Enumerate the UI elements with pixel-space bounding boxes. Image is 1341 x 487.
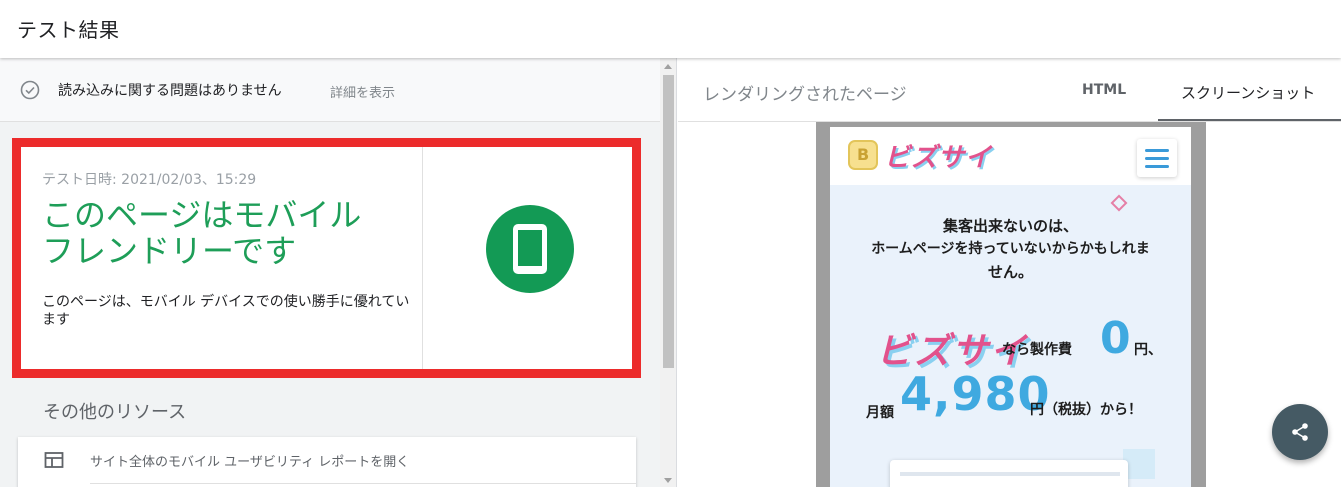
- verdict-heading: このページはモバイル フレンドリーです: [42, 197, 402, 269]
- share-button[interactable]: [1272, 404, 1328, 460]
- scroll-up-arrow-icon[interactable]: [664, 64, 672, 69]
- site-thumbnail: [890, 460, 1128, 487]
- thumbnail-bar: [900, 472, 1120, 476]
- hero-zero: 0: [1100, 313, 1131, 364]
- tab-screenshot[interactable]: スクリーンショット: [1181, 82, 1315, 103]
- hero-price: 4,980: [900, 367, 1051, 421]
- site-logo-letter: B: [857, 145, 870, 164]
- divider: [90, 483, 636, 484]
- site-header: B ビズサイ: [830, 127, 1191, 185]
- screenshot-preview: B ビズサイ 集客出来ないのは、 ホームページを持っていないからかもしれま せん…: [678, 122, 1341, 487]
- hero-line-1: 集客出来ないのは、: [942, 217, 1078, 235]
- hero-cost-text: なら製作費: [1002, 342, 1072, 358]
- check-circle-icon: [20, 80, 40, 100]
- result-summary: テスト日時: 2021/02/03、15:29 このページはモバイル フレンドリ…: [21, 147, 423, 369]
- rendered-page-pane: レンダリングされたページ HTML スクリーンショット B ビズサイ 集客出来な…: [678, 58, 1341, 487]
- diamond-decoration: [1110, 194, 1128, 212]
- results-pane: 読み込みに関する問題はありません 詳細を表示 テスト日時: 2021/02/03…: [0, 58, 677, 487]
- smartphone-badge: [486, 205, 574, 293]
- tab-html[interactable]: HTML: [1082, 82, 1126, 98]
- smartphone-icon: [513, 224, 547, 274]
- app-header: テスト結果: [0, 0, 1341, 58]
- hero-line-3: せん。: [987, 263, 1033, 281]
- view-details-link[interactable]: 詳細を表示: [330, 82, 395, 101]
- rendered-page-title: レンダリングされたページ: [703, 85, 907, 105]
- active-tab-indicator: [1158, 119, 1341, 121]
- share-icon: [1292, 423, 1308, 441]
- verdict-line-1: このページはモバイル: [42, 196, 362, 234]
- status-text: 読み込みに関する問題はありません: [58, 83, 282, 99]
- site-logo-icon: B: [848, 140, 878, 170]
- page-title: テスト結果: [17, 18, 120, 42]
- scroll-down-arrow-icon[interactable]: [664, 478, 672, 483]
- hero-yen: 円、: [1134, 342, 1162, 358]
- hero-monthly: 月額: [866, 405, 894, 421]
- left-scrollbar[interactable]: [660, 58, 676, 487]
- hero-price-tail: 円（税抜）から！: [1030, 402, 1142, 418]
- web-layout-icon: [44, 452, 64, 468]
- resource-list: サイト全体のモバイル ユーザビリティ レポートを開く: [18, 437, 636, 487]
- usability-report-link[interactable]: サイト全体のモバイル ユーザビリティ レポートを開く: [90, 451, 409, 470]
- site-logo-text: ビズサイ: [884, 143, 993, 173]
- device-frame: B ビズサイ 集客出来ないのは、 ホームページを持っていないからかもしれま せん…: [816, 122, 1206, 487]
- hamburger-menu-icon: [1137, 139, 1177, 177]
- status-bar: 読み込みに関する問題はありません 詳細を表示: [0, 58, 660, 122]
- hero-line-2: ホームページを持っていないからかもしれま: [871, 241, 1150, 257]
- test-date: テスト日時: 2021/02/03、15:29: [42, 172, 257, 188]
- verdict-description: このページは、モバイル デバイスでの使い勝手に優れています: [42, 294, 410, 328]
- rendered-site: B ビズサイ 集客出来ないのは、 ホームページを持っていないからかもしれま せん…: [830, 127, 1191, 487]
- other-resources-title: その他のリソース: [43, 402, 187, 423]
- rendered-page-header: レンダリングされたページ HTML スクリーンショット: [678, 58, 1341, 122]
- verdict-line-2: フレンドリーです: [42, 232, 297, 270]
- scroll-thumb[interactable]: [663, 75, 674, 368]
- mobile-friendly-result-card: テスト日時: 2021/02/03、15:29 このページはモバイル フレンドリ…: [12, 138, 641, 378]
